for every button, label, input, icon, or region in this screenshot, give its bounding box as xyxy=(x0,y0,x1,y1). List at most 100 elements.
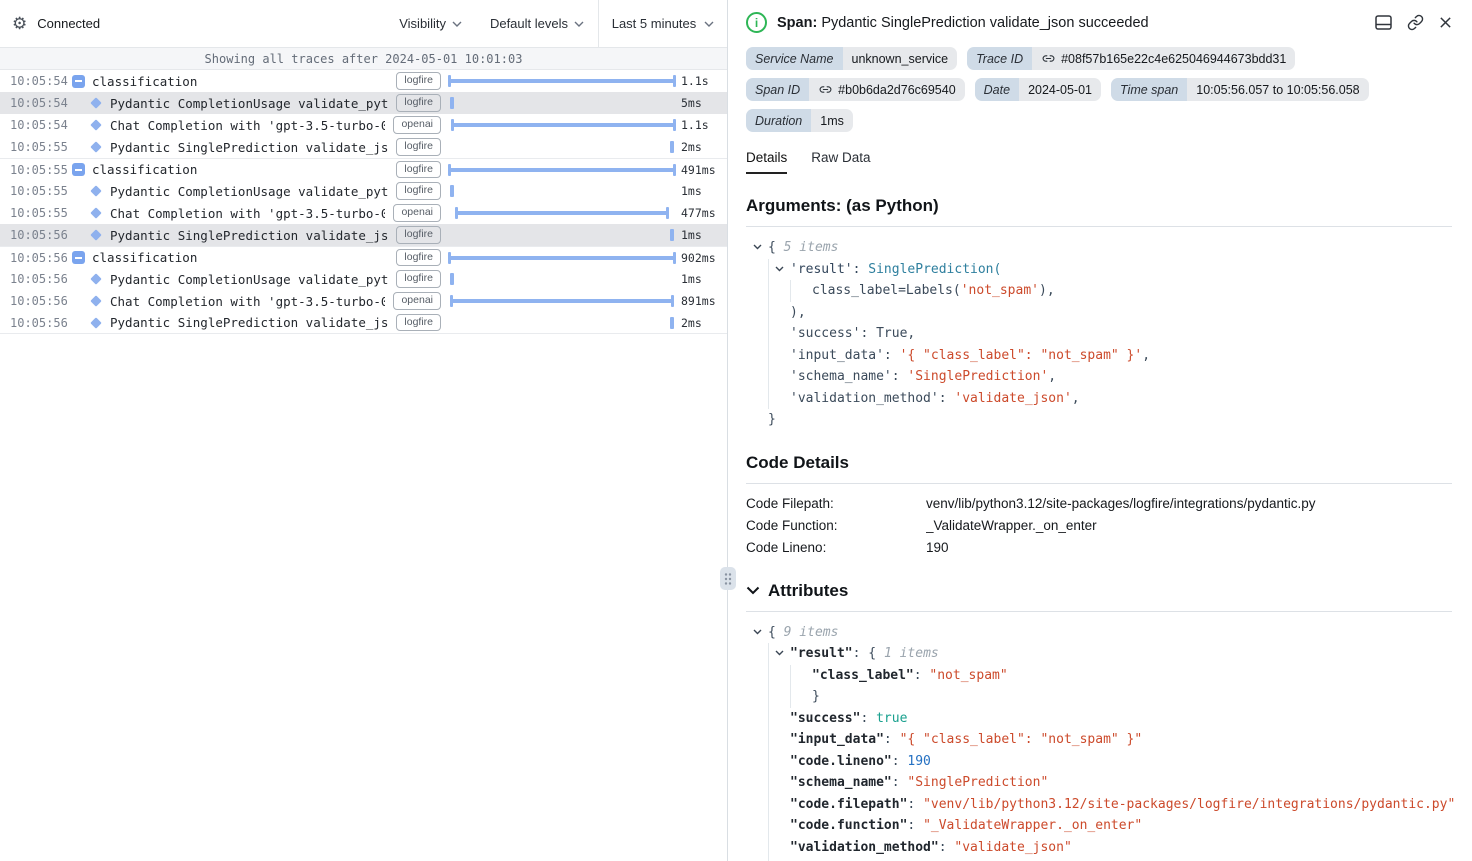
divider xyxy=(746,226,1452,227)
detail-tabs: Details Raw Data xyxy=(746,150,1452,174)
span-diamond-icon xyxy=(90,229,101,240)
duration-track xyxy=(449,73,675,89)
trace-row[interactable]: 10:05:54Chat Completion with 'gpt-3.5-tu… xyxy=(0,114,727,136)
code-token: "venv/lib/python3.12/site-packages/logfi… xyxy=(923,797,1455,812)
code-line: "code.function": "_ValidateWrapper._on_e… xyxy=(768,815,1452,837)
code-token: "{ "class_label": "not_spam" }" xyxy=(900,732,1143,747)
indent-guide xyxy=(768,729,790,751)
meta-badge-span-id: Span ID#b0b6da2d76c69540 xyxy=(746,78,965,101)
duration-label: 1ms xyxy=(681,228,727,242)
duration-track xyxy=(449,271,675,287)
default-levels-dropdown[interactable]: Default levels xyxy=(490,16,584,31)
span-start-time: 10:05:54 xyxy=(10,118,67,132)
collapse-caret-icon[interactable] xyxy=(775,650,784,656)
code-token: 'SinglePrediction' xyxy=(907,369,1048,384)
badge-value-text: 10:05:56.057 to 10:05:56.058 xyxy=(1196,83,1359,97)
trace-row[interactable]: 10:05:54Pydantic CompletionUsage validat… xyxy=(0,92,727,114)
collapse-caret-icon[interactable] xyxy=(753,244,762,250)
code-token: 'result': xyxy=(790,262,868,277)
badge-value[interactable]: #08f57b165e22c4e625046944673bdd31 xyxy=(1032,47,1295,70)
code-line: "class_label": "not_spam" xyxy=(768,665,1452,687)
code-details-label: Code Filepath: xyxy=(746,496,926,511)
attributes-collapse-chevron-icon[interactable] xyxy=(746,586,760,595)
code-details-value: venv/lib/python3.12/site-packages/logfir… xyxy=(926,496,1452,511)
collapse-button[interactable] xyxy=(71,251,85,264)
code-token: 'not_spam' xyxy=(961,283,1039,298)
indent-guide xyxy=(768,665,790,687)
trace-row[interactable]: 10:05:55Pydantic SinglePrediction valida… xyxy=(0,136,727,158)
grip-dots-icon xyxy=(724,572,732,586)
duration-label: 2ms xyxy=(681,316,727,330)
span-tag-badge: logfire xyxy=(396,182,441,200)
span-tag-badge: logfire xyxy=(396,270,441,288)
trace-row[interactable]: 10:05:56Chat Completion with 'gpt-3.5-tu… xyxy=(0,290,727,312)
code-token: 'validation_method': xyxy=(790,391,954,406)
gear-icon[interactable]: ⚙ xyxy=(12,15,27,32)
trace-row[interactable]: 10:05:56classificationlogfire902ms xyxy=(0,246,727,268)
code-token: 1 items xyxy=(884,646,939,661)
badge-value-text: #b0b6da2d76c69540 xyxy=(838,83,955,97)
trace-row[interactable]: 10:05:55Chat Completion with 'gpt-3.5-tu… xyxy=(0,202,727,224)
code-token: : xyxy=(907,818,923,833)
collapse-button[interactable] xyxy=(71,75,85,88)
duration-label: 1.1s xyxy=(681,118,727,132)
span-start-time: 10:05:54 xyxy=(10,96,67,110)
collapse-caret-icon[interactable] xyxy=(775,266,784,272)
panel-resize-handle[interactable] xyxy=(720,567,736,590)
code-token: , xyxy=(1072,391,1080,406)
trace-row[interactable]: 10:05:54classificationlogfire1.1s xyxy=(0,70,727,92)
code-token: "schema_name" xyxy=(790,775,892,790)
trace-row[interactable]: 10:05:55Pydantic CompletionUsage validat… xyxy=(0,180,727,202)
code-line-content: 'success': True, xyxy=(790,323,915,345)
code-line: ), xyxy=(768,302,1452,324)
trace-row[interactable]: 10:05:56Pydantic SinglePrediction valida… xyxy=(0,224,727,246)
span-start-time: 10:05:56 xyxy=(10,294,67,308)
code-line-content: { 9 items xyxy=(768,622,838,644)
code-line-content: 'validation_method': 'validate_json', xyxy=(790,388,1080,410)
tab-raw-data[interactable]: Raw Data xyxy=(811,150,870,174)
collapse-button[interactable] xyxy=(71,163,85,176)
indent-guide xyxy=(790,686,812,708)
span-name: Pydantic CompletionUsage validate_python xyxy=(110,272,388,287)
attributes-json-code: { 9 items"result": { 1 items"class_label… xyxy=(746,622,1452,861)
indent-guide xyxy=(790,665,812,687)
collapse-caret-icon[interactable] xyxy=(753,629,762,635)
indent-guide xyxy=(768,323,790,345)
code-token: 'input_data': xyxy=(790,348,900,363)
tab-details[interactable]: Details xyxy=(746,150,787,174)
code-line-content: } xyxy=(812,686,820,708)
indent-guide xyxy=(768,388,790,410)
trace-row[interactable]: 10:05:56Pydantic CompletionUsage validat… xyxy=(0,268,727,290)
duration-track xyxy=(449,139,675,155)
code-details-label: Code Lineno: xyxy=(746,540,926,555)
duration-bar xyxy=(670,229,674,241)
span-icon-slot xyxy=(89,99,103,107)
code-token: "code.function" xyxy=(790,818,907,833)
duration-track xyxy=(449,162,675,178)
panel-layout-icon[interactable] xyxy=(1375,15,1392,30)
code-details-row: Code Lineno:190 xyxy=(746,537,1452,559)
code-line: "schema_name": "SinglePrediction" xyxy=(768,772,1452,794)
code-token: '{ "class_label": "not_spam" }' xyxy=(900,348,1143,363)
code-line: 'result': SinglePrediction( xyxy=(768,259,1452,281)
indent-guide xyxy=(768,302,790,324)
code-token: 190 xyxy=(907,754,930,769)
duration-bar xyxy=(449,168,675,172)
chevron-down-icon xyxy=(574,21,584,27)
time-range-dropdown[interactable]: Last 5 minutes xyxy=(598,0,727,47)
trace-row[interactable]: 10:05:56Pydantic SinglePrediction valida… xyxy=(0,312,727,334)
trace-row[interactable]: 10:05:55classificationlogfire491ms xyxy=(0,158,727,180)
duration-track xyxy=(449,250,675,266)
span-start-time: 10:05:54 xyxy=(10,74,67,88)
code-line-content: "code.lineno": 190 xyxy=(790,751,931,773)
close-icon[interactable] xyxy=(1439,16,1452,29)
indent-guide xyxy=(768,366,790,388)
duration-bar xyxy=(670,141,674,153)
badge-value[interactable]: #b0b6da2d76c69540 xyxy=(809,78,964,101)
visibility-dropdown[interactable]: Visibility xyxy=(399,16,462,31)
copy-link-icon[interactable] xyxy=(1407,14,1424,31)
code-token: : xyxy=(914,668,930,683)
code-line-content: class_label=Labels('not_spam'), xyxy=(812,280,1055,302)
code-line-content: "result": { 1 items xyxy=(790,643,939,665)
code-line-content: "code.function": "_ValidateWrapper._on_e… xyxy=(790,815,1142,837)
